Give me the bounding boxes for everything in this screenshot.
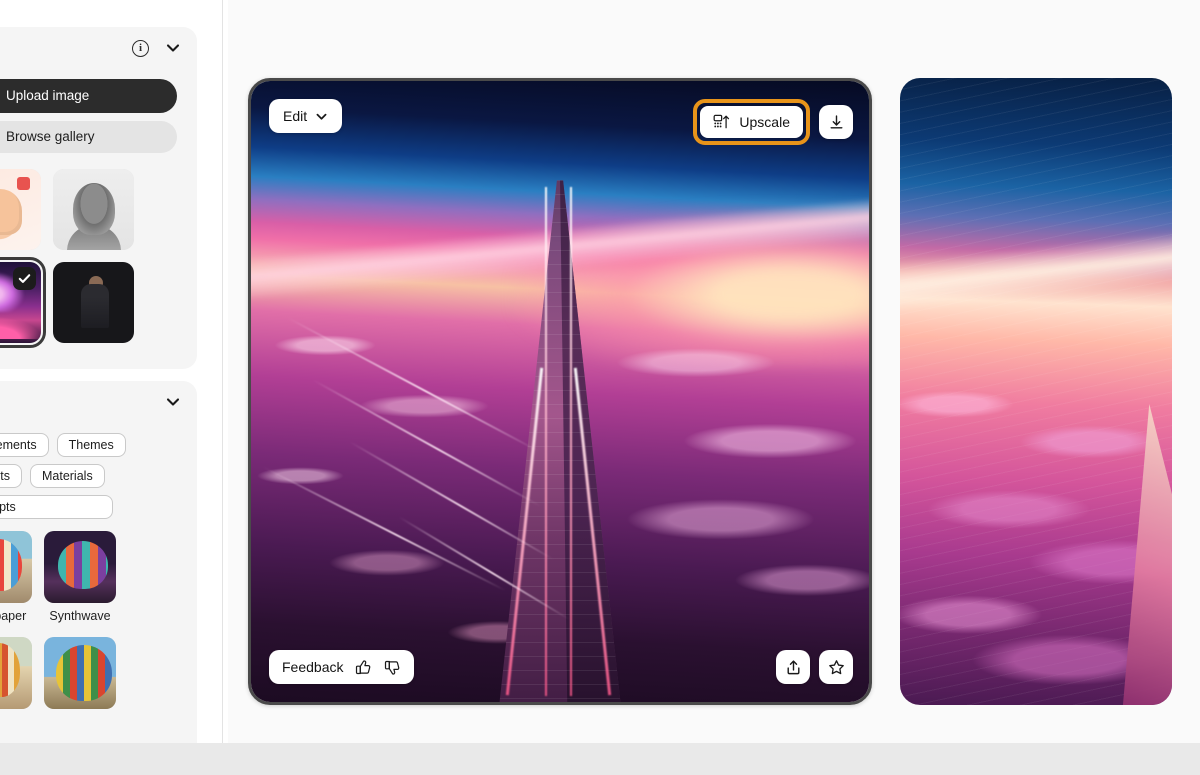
upload-panel: i Upload image Browse gallery bbox=[0, 27, 197, 369]
style-gallery: ered paper Synthwave bbox=[0, 531, 190, 715]
styles-panel-header bbox=[0, 381, 197, 423]
style-card-synthwave[interactable]: Synthwave bbox=[44, 531, 116, 623]
generated-image-card-next[interactable] bbox=[900, 78, 1172, 705]
feedback-container: Feedback bbox=[269, 650, 415, 684]
star-icon bbox=[828, 659, 845, 676]
chevron-down-icon bbox=[315, 110, 328, 123]
left-sidebar: i Upload image Browse gallery ments Them… bbox=[0, 0, 228, 743]
style-card-warm[interactable] bbox=[0, 637, 32, 715]
image-top-toolbar: Upscale bbox=[693, 99, 853, 145]
info-circle-icon[interactable]: i bbox=[132, 39, 149, 57]
reference-thumbnail-thumbs-up[interactable] bbox=[0, 169, 41, 250]
share-button[interactable] bbox=[776, 650, 810, 684]
favorite-button[interactable] bbox=[819, 650, 853, 684]
chip-effects[interactable]: Effects bbox=[0, 464, 22, 488]
style-category-chips: Movements Themes Effects Materials oncep… bbox=[0, 433, 190, 519]
chevron-down-icon[interactable] bbox=[165, 394, 181, 410]
chip-themes[interactable]: Themes bbox=[56, 433, 126, 457]
sidebar-divider bbox=[222, 0, 223, 743]
style-card-label: ered paper bbox=[0, 609, 27, 623]
download-icon bbox=[828, 114, 845, 131]
edit-label: Edit bbox=[283, 108, 308, 124]
share-icon bbox=[785, 659, 802, 676]
check-icon bbox=[13, 267, 36, 290]
upload-image-label: Upload image bbox=[6, 88, 90, 104]
browse-gallery-button[interactable]: Browse gallery bbox=[0, 121, 177, 153]
download-button[interactable] bbox=[819, 105, 853, 139]
browse-gallery-label: Browse gallery bbox=[6, 129, 95, 145]
chevron-down-icon[interactable] bbox=[165, 40, 181, 56]
styles-panel: Movements Themes Effects Materials oncep… bbox=[0, 381, 197, 743]
upload-image-button[interactable]: Upload image bbox=[0, 79, 177, 113]
upscale-highlight-box: Upscale bbox=[693, 99, 810, 145]
image-bottom-actions bbox=[776, 650, 853, 684]
feedback-label: Feedback bbox=[282, 659, 344, 675]
feedback-bar[interactable]: Feedback bbox=[269, 650, 415, 684]
generated-image-clouds bbox=[900, 78, 1172, 705]
generated-image-skyscraper bbox=[251, 81, 869, 702]
reference-thumbnail-portrait[interactable] bbox=[53, 169, 134, 250]
reference-thumbnail-grid bbox=[0, 169, 186, 348]
generated-image-card-selected[interactable]: Edit Upscale Feedback bbox=[248, 78, 872, 705]
upload-panel-header: i bbox=[0, 27, 197, 69]
style-card-label: Synthwave bbox=[49, 609, 111, 623]
chip-materials[interactable]: Materials bbox=[29, 464, 105, 488]
reference-thumbnail-synthwave[interactable] bbox=[0, 257, 46, 348]
app-root: i Upload image Browse gallery ments Them… bbox=[0, 0, 1200, 775]
edit-button[interactable]: Edit bbox=[269, 99, 343, 133]
style-card-layered-paper[interactable]: ered paper bbox=[0, 531, 32, 623]
chip-movements[interactable]: Movements bbox=[0, 433, 49, 457]
thumbs-down-icon[interactable] bbox=[384, 659, 401, 676]
upscale-button[interactable]: Upscale bbox=[700, 106, 803, 138]
upscale-label: Upscale bbox=[739, 114, 790, 130]
style-card-rainbow[interactable] bbox=[44, 637, 116, 715]
thumbs-up-icon[interactable] bbox=[355, 659, 372, 676]
upscale-icon bbox=[713, 114, 731, 130]
chip-concepts[interactable]: oncepts bbox=[0, 495, 113, 519]
reference-thumbnail-person[interactable] bbox=[53, 262, 134, 343]
main-canvas: Edit Upscale Feedback bbox=[228, 0, 1200, 743]
